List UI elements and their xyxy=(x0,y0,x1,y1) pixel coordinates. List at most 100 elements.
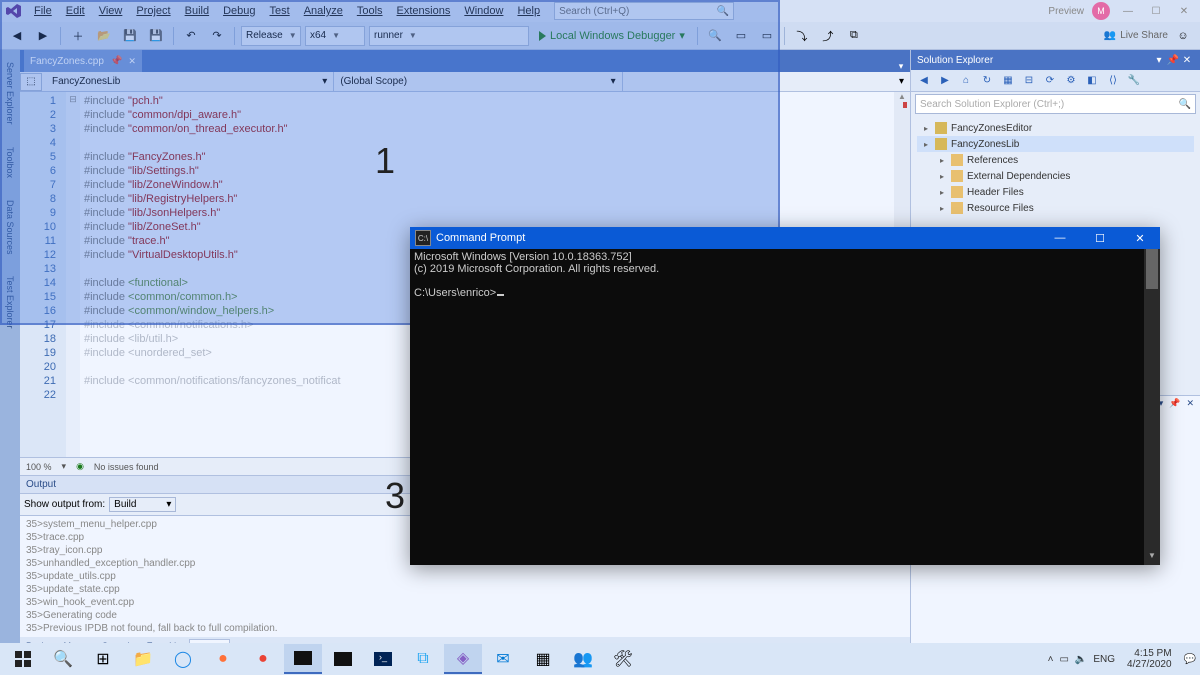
taskbar-powertoys[interactable]: 🛠 xyxy=(604,644,642,674)
taskbar-taskview[interactable]: ⊞ xyxy=(84,644,122,674)
scroll-up-icon[interactable]: ▲ xyxy=(894,92,910,106)
nav-scope-combo[interactable]: (Global Scope)▾ xyxy=(334,72,622,91)
menu-build[interactable]: Build xyxy=(179,3,215,19)
output-source-combo[interactable]: Build▾ xyxy=(109,497,176,512)
taskbar-search[interactable]: 🔍 xyxy=(44,644,82,674)
taskbar-outlook[interactable]: ✉ xyxy=(484,644,522,674)
tree-node[interactable]: ▸FancyZonesEditor xyxy=(917,120,1194,136)
step-button[interactable]: ⤵ xyxy=(791,25,813,47)
start-button[interactable] xyxy=(4,644,42,674)
tree-node[interactable]: ▸Header Files xyxy=(917,184,1194,200)
tray-chevron-icon[interactable]: ˄ xyxy=(1048,654,1054,665)
save-all-button[interactable]: 💾 xyxy=(145,25,167,47)
pin-icon[interactable]: 📌 xyxy=(110,56,122,67)
uncomment-button[interactable]: ▭ xyxy=(756,25,778,47)
props-close-icon[interactable]: ✕ xyxy=(1186,398,1194,412)
open-button[interactable]: 📂 xyxy=(93,25,115,47)
taskbar-explorer[interactable]: 📁 xyxy=(124,644,162,674)
solution-config-combo[interactable]: Release▼ xyxy=(241,26,301,46)
vs-close-button[interactable]: ✕ xyxy=(1174,6,1194,17)
scroll-thumb[interactable] xyxy=(1146,249,1158,289)
taskbar-app[interactable]: ▦ xyxy=(524,644,562,674)
menu-tools[interactable]: Tools xyxy=(351,3,389,19)
nav-fwd-icon[interactable]: ▶ xyxy=(936,72,954,90)
refresh-icon[interactable]: ⟳ xyxy=(1041,72,1059,90)
save-button[interactable]: 💾 xyxy=(119,25,141,47)
menu-extensions[interactable]: Extensions xyxy=(391,3,457,19)
solexp-dropdown-icon[interactable]: ▾ xyxy=(1152,55,1166,66)
tab-overflow-icon[interactable]: ▾ xyxy=(892,61,910,72)
sync-icon[interactable]: ↻ xyxy=(978,72,996,90)
user-avatar[interactable]: M xyxy=(1092,2,1110,20)
cmd-minimize-button[interactable]: ― xyxy=(1040,227,1080,249)
home-icon[interactable]: ⌂ xyxy=(957,72,975,90)
tree-node[interactable]: ▸External Dependencies xyxy=(917,168,1194,184)
undo-button[interactable]: ↶ xyxy=(180,25,202,47)
close-tab-icon[interactable]: ✕ xyxy=(128,56,136,67)
cmd-close-button[interactable]: ✕ xyxy=(1120,227,1160,249)
tray-notifications-icon[interactable]: 💬 xyxy=(1184,654,1196,665)
tree-node[interactable]: ▸References xyxy=(917,152,1194,168)
rail-server-explorer[interactable]: Server Explorer xyxy=(3,56,17,131)
nav-back-button[interactable]: ◀ xyxy=(6,25,28,47)
tree-node[interactable]: ▸FancyZonesLib xyxy=(917,136,1194,152)
solexp-pin-icon[interactable]: 📌 xyxy=(1166,55,1180,66)
taskbar-terminal[interactable] xyxy=(324,644,362,674)
file-tab-fancyzones[interactable]: FancyZones.cpp 📌 ✕ xyxy=(24,50,143,72)
zoom-level[interactable]: 100 % xyxy=(26,462,52,472)
new-item-button[interactable]: ＋ xyxy=(67,25,89,47)
properties-icon[interactable]: ⚙ xyxy=(1062,72,1080,90)
nav-project-combo[interactable]: FancyZonesLib▾ xyxy=(46,72,334,91)
menu-analyze[interactable]: Analyze xyxy=(298,3,349,19)
bookmark-button[interactable]: ⧉ xyxy=(843,25,865,47)
redo-button[interactable]: ↷ xyxy=(206,25,228,47)
zoom-chevron-icon[interactable]: ▾ xyxy=(62,461,67,472)
cmd-body[interactable]: Microsoft Windows [Version 10.0.18363.75… xyxy=(410,249,1160,565)
taskbar-powershell[interactable]: ›_ xyxy=(364,644,402,674)
startup-project-combo[interactable]: runner▼ xyxy=(369,26,529,46)
taskbar-firefox[interactable]: ● xyxy=(204,644,242,674)
wrench-icon[interactable]: 🔧 xyxy=(1125,72,1143,90)
tree-node[interactable]: ▸Resource Files xyxy=(917,200,1194,216)
solexp-header[interactable]: Solution Explorer ▾ 📌 ✕ xyxy=(911,50,1200,70)
comment-button[interactable]: ▭ xyxy=(730,25,752,47)
vs-maximize-button[interactable]: ☐ xyxy=(1146,6,1166,17)
menu-help[interactable]: Help xyxy=(511,3,546,19)
view-code-icon[interactable]: ⟨⟩ xyxy=(1104,72,1122,90)
liveshare-button[interactable]: 👥Live Share xyxy=(1104,30,1168,41)
vs-minimize-button[interactable]: ― xyxy=(1118,6,1138,17)
tray-battery-icon[interactable]: ▭ xyxy=(1059,654,1068,665)
menu-file[interactable]: File xyxy=(28,3,58,19)
nav-fwd-button[interactable]: ▶ xyxy=(32,25,54,47)
collapse-icon[interactable]: ⊟ xyxy=(1020,72,1038,90)
nav-member-combo[interactable]: ▾ xyxy=(623,72,910,91)
menu-window[interactable]: Window xyxy=(458,3,509,19)
cmd-scrollbar[interactable]: ▲ ▼ xyxy=(1144,249,1160,565)
scroll-down-icon[interactable]: ▼ xyxy=(1144,551,1160,565)
find-button[interactable]: 🔍 xyxy=(704,25,726,47)
solution-platform-combo[interactable]: x64▼ xyxy=(305,26,365,46)
taskbar-cmd[interactable] xyxy=(284,644,322,674)
menu-view[interactable]: View xyxy=(93,3,129,19)
props-pin-icon[interactable]: 📌 xyxy=(1169,398,1180,412)
menu-project[interactable]: Project xyxy=(130,3,176,19)
taskbar-edge[interactable]: ◯ xyxy=(164,644,202,674)
start-debugging-button[interactable]: Local Windows Debugger▾ xyxy=(533,29,691,42)
menu-debug[interactable]: Debug xyxy=(217,3,261,19)
tray-language[interactable]: ENG xyxy=(1093,654,1115,665)
preview-icon[interactable]: ◧ xyxy=(1083,72,1101,90)
menu-edit[interactable]: Edit xyxy=(60,3,91,19)
rail-toolbox[interactable]: Toolbox xyxy=(3,141,17,184)
taskbar-chrome[interactable]: ● xyxy=(244,644,282,674)
quick-launch-search[interactable]: Search (Ctrl+Q) 🔍 xyxy=(554,2,734,20)
taskbar-visualstudio[interactable]: ◈ xyxy=(444,644,482,674)
cmd-maximize-button[interactable]: ☐ xyxy=(1080,227,1120,249)
tray-clock[interactable]: 4:15 PM 4/27/2020 xyxy=(1127,648,1172,670)
taskbar-teams[interactable]: 👥 xyxy=(564,644,602,674)
menu-test[interactable]: Test xyxy=(264,3,296,19)
solexp-close-icon[interactable]: ✕ xyxy=(1180,55,1194,66)
cmd-titlebar[interactable]: C:\ Command Prompt ― ☐ ✕ xyxy=(410,227,1160,249)
nav-type-icon[interactable]: ⬚ xyxy=(20,73,42,91)
feedback-button[interactable]: ☺ xyxy=(1172,25,1194,47)
show-all-icon[interactable]: ▦ xyxy=(999,72,1017,90)
